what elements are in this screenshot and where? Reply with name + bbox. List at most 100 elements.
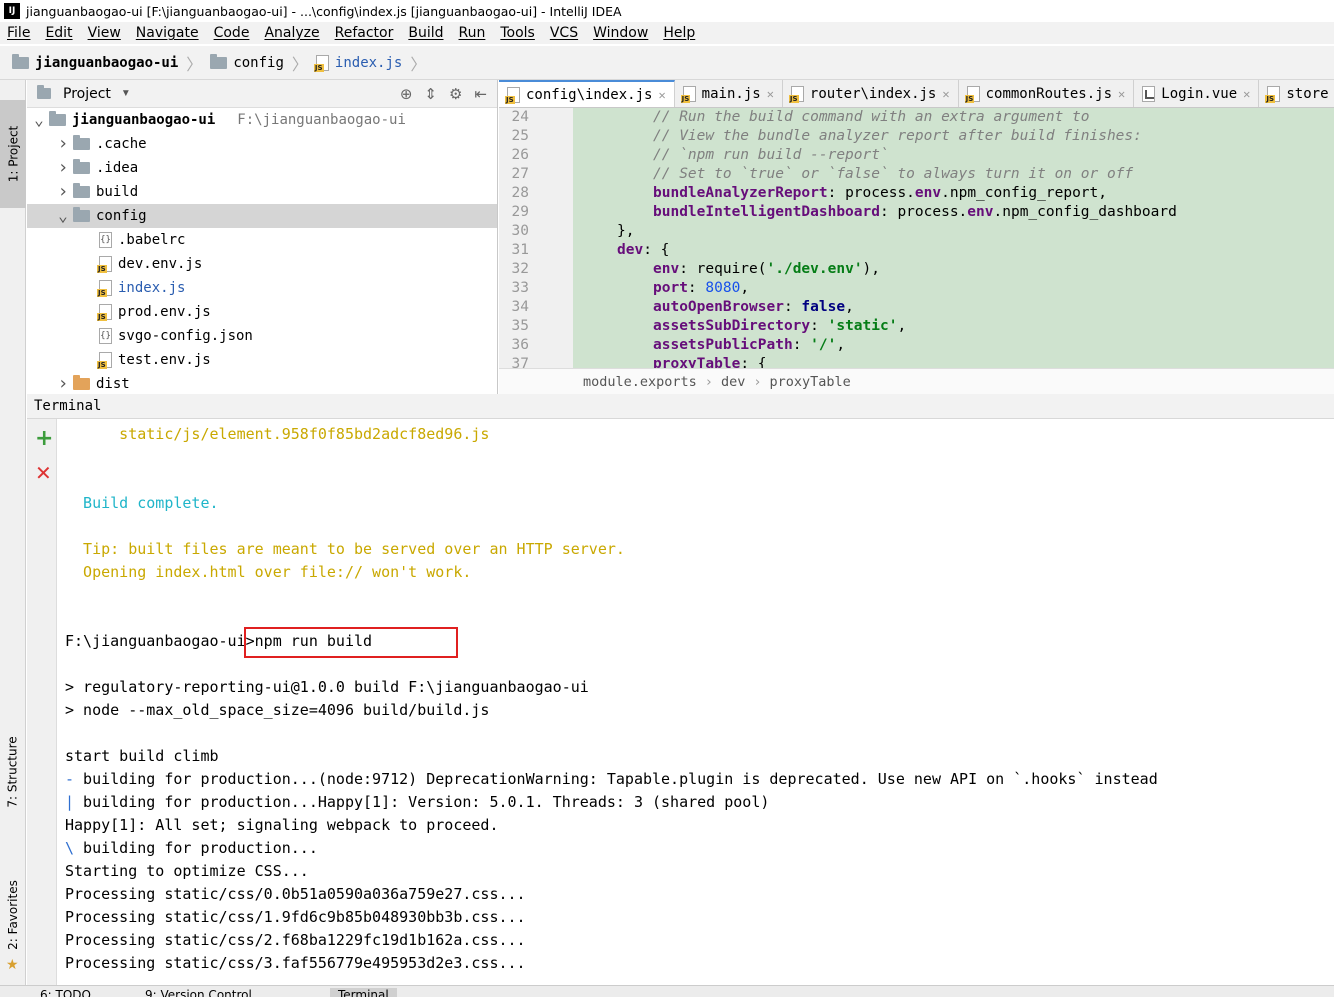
menu-vcs[interactable]: VCS: [550, 25, 578, 41]
tree-item[interactable]: {} svgo-config.json: [27, 324, 497, 348]
code-token: : process.: [827, 185, 915, 201]
terminal-line: \ building for production...: [65, 837, 318, 860]
tree-item-label: index.js: [118, 280, 186, 296]
tool-tab-todo[interactable]: 6: TODO: [40, 988, 91, 997]
line-number: 36: [511, 337, 529, 353]
terminal-text: Processing static/css/0.0b51a0590a036a75…: [65, 885, 526, 903]
js-file-icon: [97, 352, 112, 369]
code-line: 25 // View the bundle analyzer report aft…: [499, 127, 1334, 146]
code-text: env: require('./dev.env'),: [653, 260, 880, 279]
editor-tab[interactable]: main.js ✕: [675, 80, 783, 107]
editor-crumb[interactable]: proxyTable: [769, 374, 850, 390]
menu-build[interactable]: Build: [408, 25, 443, 41]
tree-item[interactable]: ⌄ config: [27, 204, 497, 228]
breadcrumb-file[interactable]: index.js 〉: [313, 51, 434, 75]
line-number: 31: [511, 242, 529, 258]
terminal-line: Processing static/css/2.f68ba1229fc19d1b…: [65, 929, 526, 952]
chevron-down-icon[interactable]: ▼: [121, 88, 131, 99]
code-line: 24 // Run the build command with an extra…: [499, 108, 1334, 127]
menu-refactor[interactable]: Refactor: [335, 25, 394, 41]
close-icon[interactable]: ✕: [767, 87, 774, 101]
tree-item[interactable]: › .cache: [27, 132, 497, 156]
terminal-toolbar: + ✕: [27, 419, 57, 985]
js-file-icon: [964, 85, 980, 103]
code-token: : process.: [879, 204, 968, 220]
terminal-text: building for production...Happy[1]: Vers…: [74, 793, 770, 811]
editor-tab[interactable]: router\index.js ✕: [783, 80, 959, 107]
chevron-right-icon[interactable]: ›: [53, 183, 73, 201]
new-session-icon[interactable]: +: [35, 428, 53, 450]
editor-tab[interactable]: Login.vue ✕: [1134, 80, 1260, 107]
chevron-right-icon[interactable]: ›: [53, 159, 73, 177]
editor-tab[interactable]: commonRoutes.js ✕: [959, 80, 1135, 107]
breadcrumb-separator: 〉: [410, 54, 427, 74]
collapse-all-icon[interactable]: ⇕: [424, 85, 437, 103]
project-tree: ⌄ jianguanbaogao-ui F:\jianguanbaogao-ui ›.…: [27, 108, 497, 394]
tree-item-label: build: [96, 184, 139, 200]
tool-tab-project-label: 1: Project: [6, 125, 20, 183]
menu-window[interactable]: Window: [593, 25, 648, 41]
terminal-line: Tip: built files are meant to be served …: [65, 538, 625, 561]
tree-item[interactable]: ⌄ jianguanbaogao-ui F:\jianguanbaogao-ui: [27, 108, 497, 132]
code-token: ,: [836, 337, 846, 353]
terminal-line: start build climb: [65, 745, 219, 768]
tree-item[interactable]: prod.env.js: [27, 300, 497, 324]
code-area[interactable]: 24 // Run the build command with an extra…: [499, 108, 1334, 368]
close-session-icon[interactable]: ✕: [35, 463, 52, 483]
menu-file[interactable]: File: [7, 25, 30, 41]
tree-item[interactable]: {} .babelrc: [27, 228, 497, 252]
code-token: ,: [740, 280, 750, 296]
tool-tab-terminal[interactable]: Terminal: [330, 988, 397, 997]
tree-item[interactable]: index.js: [27, 276, 497, 300]
tree-item[interactable]: › .idea: [27, 156, 497, 180]
menu-tools[interactable]: Tools: [500, 25, 535, 41]
close-icon[interactable]: ✕: [1243, 87, 1250, 101]
tree-item[interactable]: › dist: [27, 372, 497, 394]
tool-tab-project[interactable]: 1: Project: [0, 100, 26, 208]
tree-item[interactable]: test.env.js: [27, 348, 497, 372]
code-token: port: [653, 280, 688, 296]
menu-run[interactable]: Run: [459, 25, 486, 41]
menu-analyze[interactable]: Analyze: [264, 25, 319, 41]
bottom-tool-bar: 6: TODO 9: Version Control Terminal: [0, 985, 1334, 997]
close-icon[interactable]: ✕: [1118, 87, 1125, 101]
code-text: dev: {: [617, 241, 669, 260]
tool-tab-favorites[interactable]: 2: Favorites: [0, 860, 26, 970]
terminal-output[interactable]: static/js/element.958f0f85bd2adcf8ed96.j…: [58, 419, 1334, 985]
spinner-glyph: -: [65, 770, 75, 788]
terminal-line: Starting to optimize CSS...: [65, 860, 309, 883]
chevron-down-icon[interactable]: ⌄: [53, 207, 73, 225]
tree-item-label: dev.env.js: [118, 256, 203, 272]
hide-panel-icon[interactable]: ⇤: [474, 85, 487, 103]
menu-navigate[interactable]: Navigate: [136, 25, 199, 41]
menu-edit[interactable]: Edit: [45, 25, 72, 41]
editor-crumb[interactable]: dev: [721, 374, 745, 390]
chevron-down-icon[interactable]: ⌄: [29, 111, 49, 129]
gear-icon[interactable]: ⚙: [449, 85, 462, 103]
close-icon[interactable]: ✕: [658, 88, 665, 102]
code-token: proxyTable: [653, 356, 741, 368]
code-text: // `npm run build --report`: [653, 146, 889, 165]
editor-tab[interactable]: store: [1259, 80, 1334, 107]
tool-tab-structure[interactable]: 7: Structure: [0, 712, 26, 832]
menu-view[interactable]: View: [88, 25, 121, 41]
chevron-right-icon[interactable]: ›: [53, 375, 73, 393]
tool-tab-version-control[interactable]: 9: Version Control: [145, 988, 252, 997]
menu-help[interactable]: Help: [663, 25, 695, 41]
code-token: dev: [617, 242, 644, 258]
breadcrumb-config[interactable]: config 〉: [210, 51, 316, 75]
editor-tab[interactable]: config\index.js ✕: [499, 80, 675, 107]
editor-crumb[interactable]: module.exports: [583, 374, 697, 390]
project-view-title[interactable]: Project: [63, 86, 111, 102]
tree-item[interactable]: dev.env.js: [27, 252, 497, 276]
menu-code[interactable]: Code: [214, 25, 250, 41]
folder-icon: [73, 375, 90, 390]
tree-item[interactable]: › build: [27, 180, 497, 204]
chevron-right-icon[interactable]: ›: [53, 135, 73, 153]
locate-icon[interactable]: ⊕: [400, 85, 413, 103]
tree-item-label: test.env.js: [118, 352, 211, 368]
breadcrumb-project[interactable]: jianguanbaogao-ui 〉: [12, 51, 210, 75]
terminal-text: Happy[1]: All set; signaling webpack to …: [65, 816, 499, 834]
title-bar: IJ jianguanbaogao-ui [F:\jianguanbaogao-…: [0, 0, 1334, 22]
close-icon[interactable]: ✕: [942, 87, 949, 101]
